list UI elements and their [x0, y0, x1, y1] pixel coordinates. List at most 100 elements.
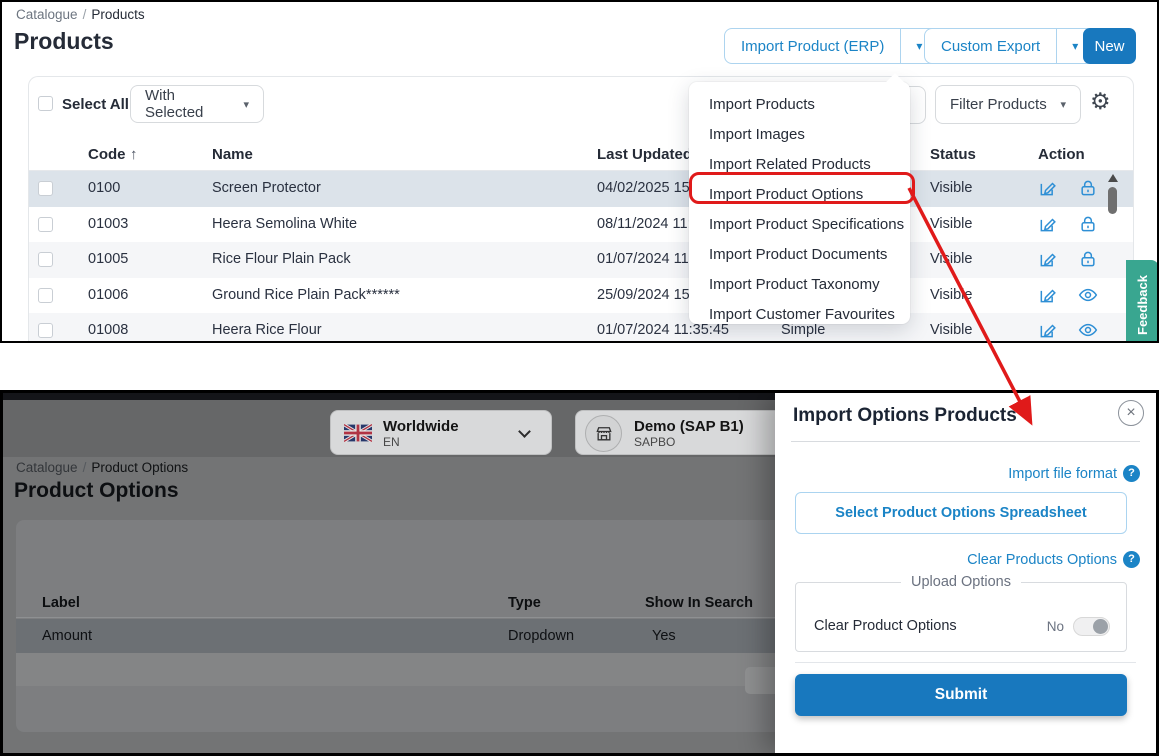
row-checkbox[interactable]	[38, 323, 53, 338]
scrollbar-thumb[interactable]	[1108, 187, 1117, 214]
cell-code: 0100	[88, 180, 120, 196]
table-row[interactable]: 01006 Ground Rice Plain Pack****** 25/09…	[29, 278, 1133, 314]
upload-options-fieldset: Upload Options Clear Product Options No	[795, 574, 1127, 652]
lock-icon[interactable]	[1078, 178, 1098, 198]
col-header-show-in-search[interactable]: Show In Search	[645, 595, 753, 611]
menu-item-import-product-specifications[interactable]: Import Product Specifications	[689, 210, 910, 240]
eye-icon[interactable]	[1078, 320, 1098, 340]
breadcrumb-catalogue[interactable]: Catalogue	[16, 7, 78, 22]
feedback-tab[interactable]: Feedback	[1126, 260, 1159, 343]
products-page-panel: Catalogue/Products Products Import Produ…	[0, 0, 1159, 343]
breadcrumb: Catalogue/Product Options	[16, 460, 188, 475]
col-header-last-updated[interactable]: Last Updated	[597, 146, 692, 163]
breadcrumb-separator: /	[78, 460, 92, 475]
product-options-page-panel: Worldwide EN Demo (SAP B1) SAPBO Catalog…	[0, 390, 1159, 756]
store-name: Demo (SAP B1)	[634, 418, 744, 435]
scrollbar-up-arrow[interactable]	[1108, 174, 1118, 182]
cell-code: 01008	[88, 322, 128, 338]
cell-name: Heera Rice Flour	[212, 322, 322, 338]
cell-status: Visible	[930, 216, 972, 232]
breadcrumb-catalogue[interactable]: Catalogue	[16, 460, 78, 475]
clear-product-options-toggle[interactable]	[1073, 617, 1110, 636]
locale-name: Worldwide	[383, 418, 459, 435]
cell-code: 01005	[88, 251, 128, 267]
new-button[interactable]: New	[1083, 28, 1136, 64]
edit-icon[interactable]	[1038, 178, 1058, 198]
breadcrumb-separator: /	[78, 7, 92, 22]
custom-export-button-group: Custom Export ▾	[924, 28, 1094, 64]
cell-status: Visible	[930, 287, 972, 303]
menu-item-import-products[interactable]: Import Products	[689, 90, 910, 120]
toggle-knob	[1093, 619, 1108, 634]
row-checkbox[interactable]	[38, 288, 53, 303]
toggle-value-label: No	[1047, 619, 1064, 634]
menu-item-import-images[interactable]: Import Images	[689, 120, 910, 150]
clear-products-options-link[interactable]: Clear Products Options	[967, 552, 1117, 568]
edit-icon[interactable]	[1038, 214, 1058, 234]
row-checkbox[interactable]	[38, 217, 53, 232]
cell-last-updated: 04/02/2025 15	[597, 180, 690, 196]
page-title: Product Options	[14, 479, 179, 503]
eye-icon[interactable]	[1078, 285, 1098, 305]
col-header-type[interactable]: Type	[508, 595, 541, 611]
divider	[791, 441, 1140, 442]
table-row[interactable]: 01003 Heera Semolina White 08/11/2024 11…	[29, 207, 1133, 243]
store-selector[interactable]: Demo (SAP B1) SAPBO	[575, 410, 805, 455]
table-row[interactable]: Amount Dropdown Yes	[16, 619, 786, 653]
import-file-format-row: Import file format ?	[1008, 465, 1140, 482]
cell-name: Rice Flour Plain Pack	[212, 251, 351, 267]
menu-item-import-customer-favourites[interactable]: Import Customer Favourites	[689, 300, 910, 330]
cell-name: Ground Rice Plain Pack******	[212, 287, 400, 303]
help-icon[interactable]: ?	[1123, 465, 1140, 482]
select-product-options-spreadsheet-button[interactable]: Select Product Options Spreadsheet	[795, 492, 1127, 534]
import-file-format-link[interactable]: Import file format	[1008, 466, 1117, 482]
divider	[795, 662, 1136, 663]
table-row-empty	[16, 653, 786, 686]
table-row[interactable]: 01008 Heera Rice Flour 01/07/2024 11:35:…	[29, 313, 1133, 343]
cell-status: Visible	[930, 251, 972, 267]
filter-products-dropdown[interactable]: Filter Products ▾	[935, 85, 1081, 124]
col-header-action: Action	[1038, 146, 1085, 163]
close-icon[interactable]: ×	[1118, 400, 1144, 426]
col-header-status[interactable]: Status	[930, 146, 976, 163]
chevron-down-icon	[518, 425, 531, 438]
locale-selector[interactable]: Worldwide EN	[330, 410, 552, 455]
cell-last-updated: 08/11/2024 11:	[597, 216, 692, 232]
import-product-erp-button-group: Import Product (ERP) ▾	[724, 28, 938, 64]
table-row[interactable]: 0100 Screen Protector 04/02/2025 15 Visi…	[29, 171, 1133, 207]
sort-ascending-icon[interactable]: ↑	[130, 146, 138, 163]
select-all-checkbox[interactable]	[38, 96, 53, 111]
row-checkbox[interactable]	[38, 181, 53, 196]
lock-icon[interactable]	[1078, 214, 1098, 234]
table-header-row: Code ↑ Name Last Updated Status Action	[29, 142, 1133, 171]
edit-icon[interactable]	[1038, 320, 1058, 340]
with-selected-dropdown[interactable]: With Selected ▾	[130, 85, 264, 123]
chevron-down-icon: ▾	[243, 98, 249, 111]
cell-status: Visible	[930, 322, 972, 338]
import-product-erp-button[interactable]: Import Product (ERP)	[725, 29, 900, 63]
cell-last-updated: 25/09/2024 15	[597, 287, 690, 303]
custom-export-button[interactable]: Custom Export	[925, 29, 1056, 63]
edit-icon[interactable]	[1038, 249, 1058, 269]
menu-item-import-product-taxonomy[interactable]: Import Product Taxonomy	[689, 270, 910, 300]
col-header-label[interactable]: Label	[42, 595, 80, 611]
cell-code: 01006	[88, 287, 128, 303]
product-options-table-card: Label Type Show In Search Amount Dropdow…	[16, 520, 786, 732]
cell-show-in-search: Yes	[652, 628, 676, 644]
gear-icon[interactable]: ⚙	[1090, 88, 1111, 115]
edit-icon[interactable]	[1038, 285, 1058, 305]
submit-button[interactable]: Submit	[795, 674, 1127, 716]
lock-icon[interactable]	[1078, 249, 1098, 269]
row-checkbox[interactable]	[38, 252, 53, 267]
col-header-name[interactable]: Name	[212, 146, 253, 163]
upload-options-legend: Upload Options	[901, 574, 1021, 590]
cell-name: Screen Protector	[212, 180, 321, 196]
table-row[interactable]: 01005 Rice Flour Plain Pack 01/07/2024 1…	[29, 242, 1133, 278]
store-code: SAPBO	[634, 435, 675, 449]
filter-products-label: Filter Products	[950, 96, 1047, 113]
help-icon[interactable]: ?	[1123, 551, 1140, 568]
cell-last-updated: 01/07/2024 11	[597, 251, 689, 267]
page-title: Products	[14, 28, 114, 55]
col-header-code[interactable]: Code	[88, 146, 126, 163]
menu-item-import-product-documents[interactable]: Import Product Documents	[689, 240, 910, 270]
